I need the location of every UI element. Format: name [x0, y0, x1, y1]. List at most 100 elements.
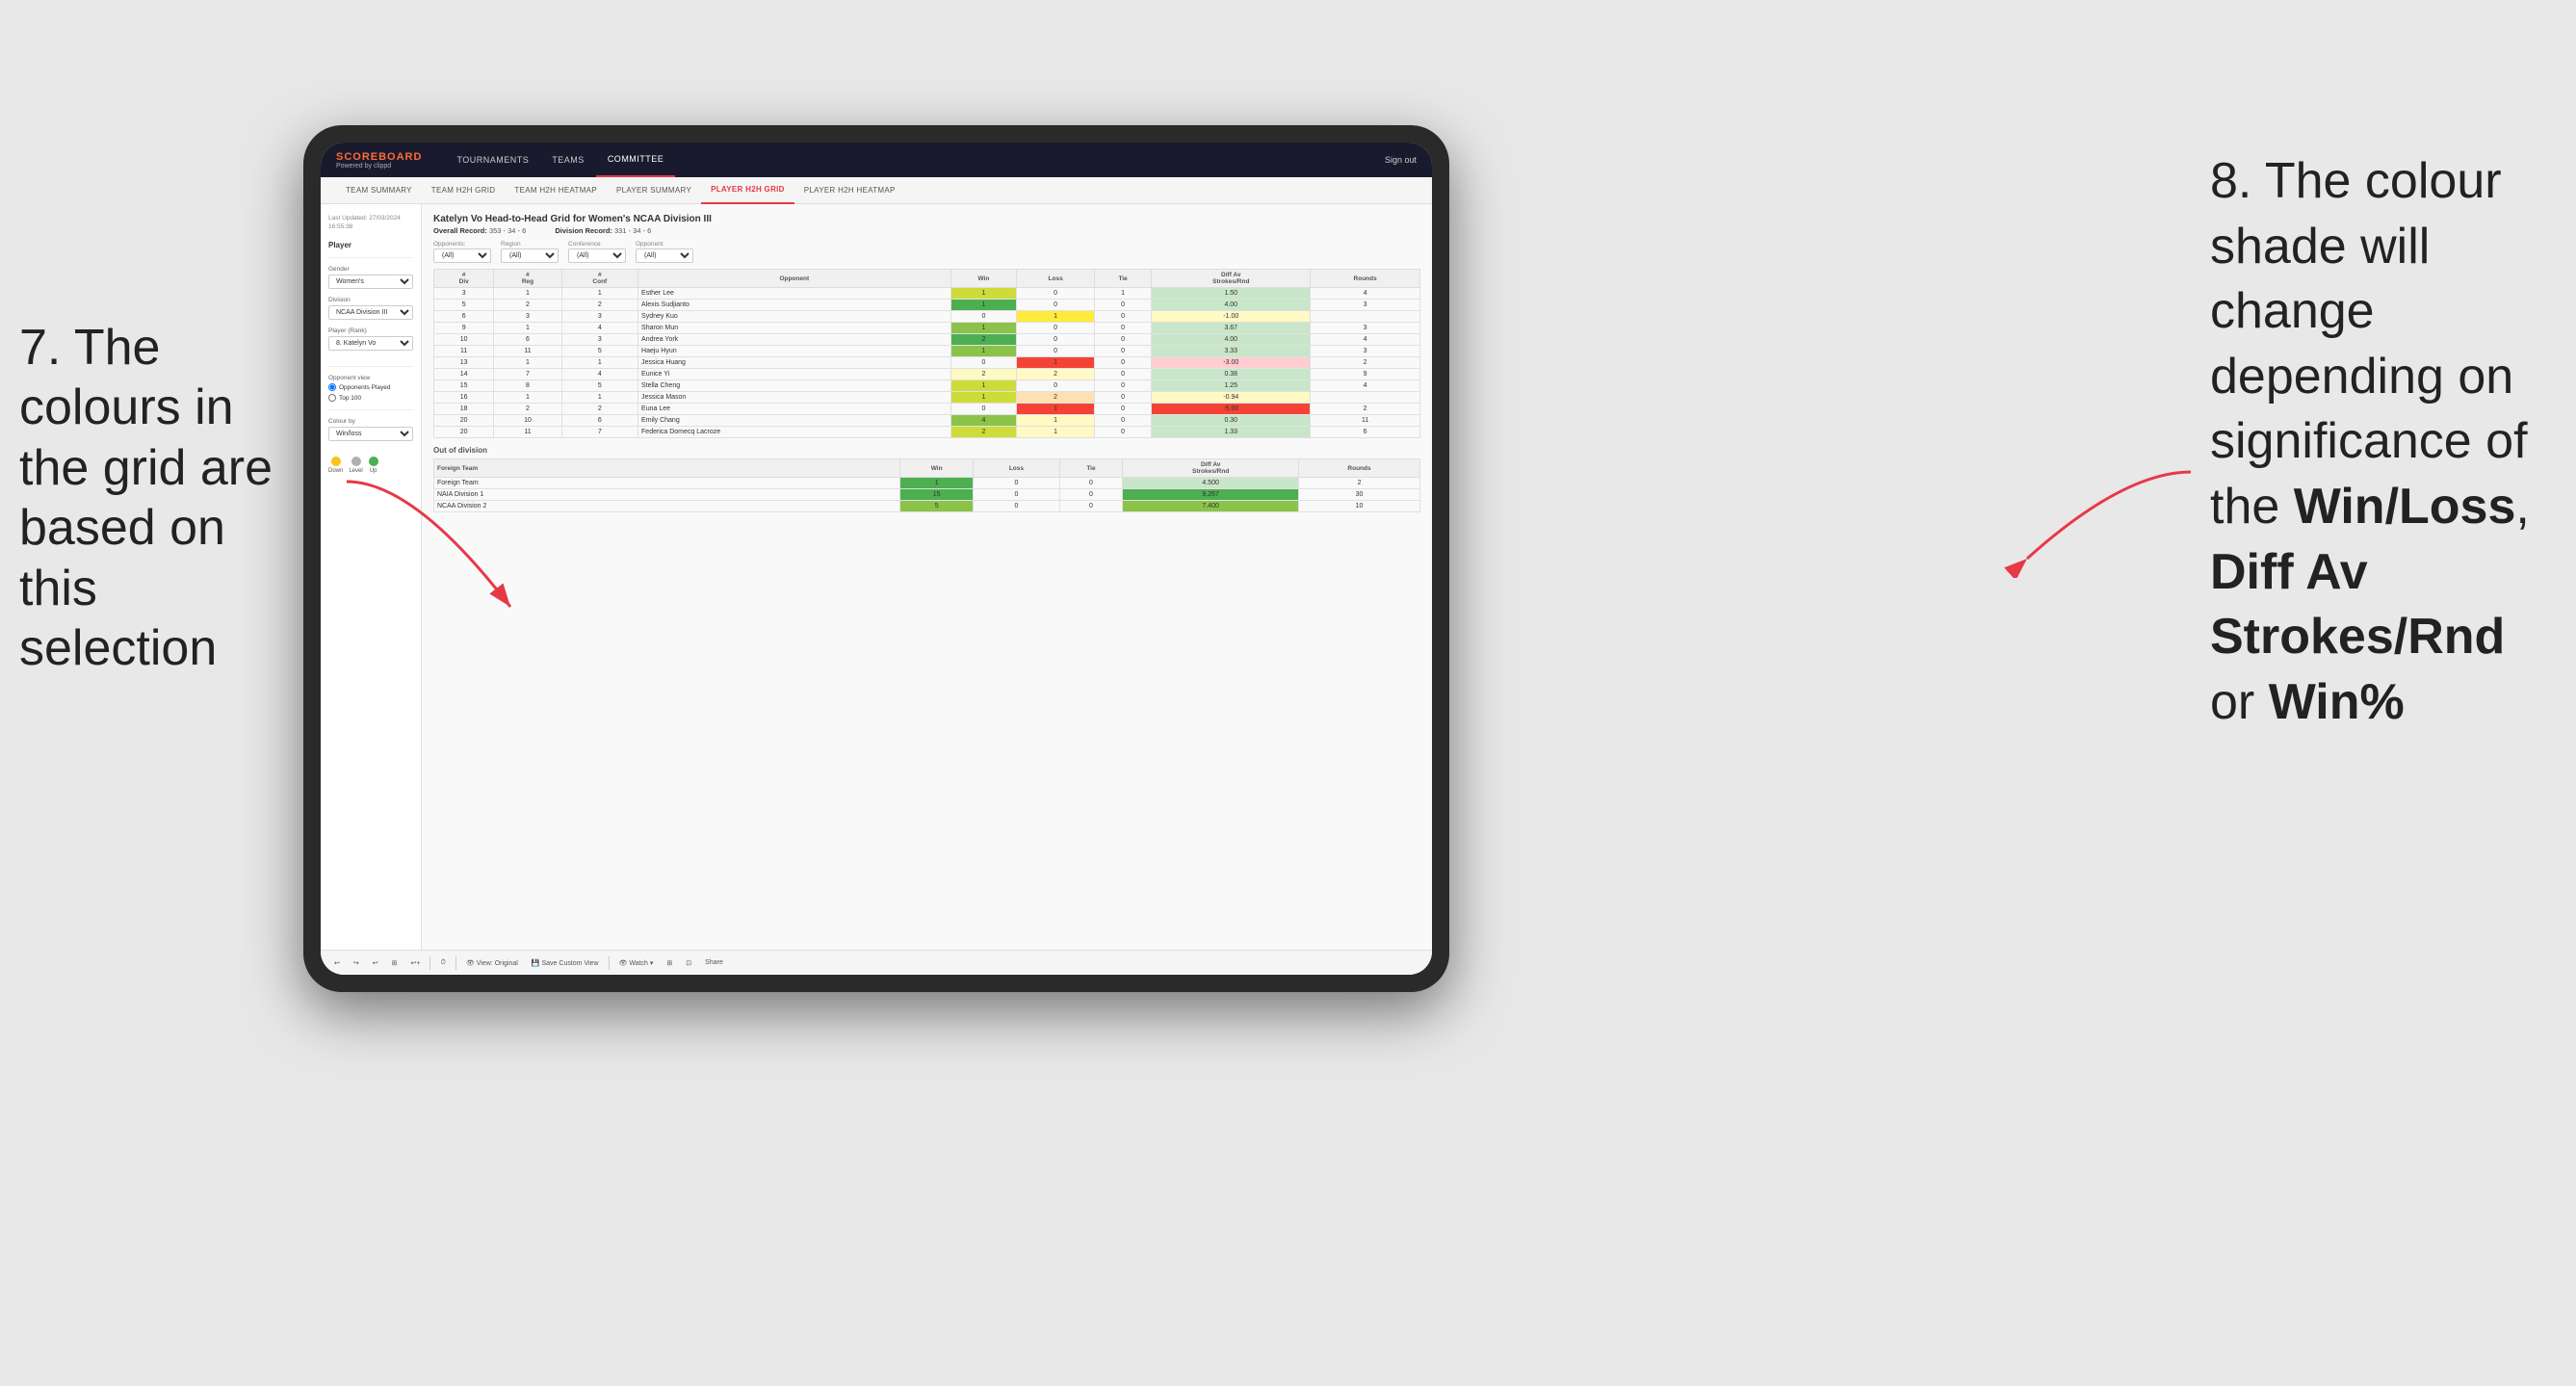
radio-top100[interactable]	[328, 394, 336, 402]
table-row: 3 1 1 Esther Lee 1 0 1 1.50 4	[434, 288, 1420, 300]
th-diff: Diff AvStrokes/Rnd	[1152, 270, 1311, 288]
main-content: Last Updated: 27/03/2024 16:55:38 Player…	[321, 204, 1432, 950]
content-area: Katelyn Vo Head-to-Head Grid for Women's…	[422, 204, 1432, 950]
table-row: 16 1 1 Jessica Mason 1 2 0 -0.94	[434, 392, 1420, 404]
legend-up-dot	[369, 457, 378, 466]
th-rounds: Rounds	[1311, 270, 1420, 288]
sub-nav: TEAM SUMMARY TEAM H2H GRID TEAM H2H HEAT…	[321, 177, 1432, 204]
toolbar-clock[interactable]: ⏱	[436, 957, 449, 969]
opponent-view-label: Opponent view	[328, 375, 413, 381]
table-row: NAIA Division 1 15 0 0 9.267 30	[434, 489, 1420, 501]
annotation-left: 7. The colours in the grid are based on …	[19, 318, 289, 678]
logo-area: SCOREBOARD Powered by clippd	[336, 151, 422, 170]
sub-nav-team-h2h-grid[interactable]: TEAM H2H GRID	[422, 177, 506, 204]
table-row: 15 8 5 Stella Cheng 1 0 0 1.25 4	[434, 380, 1420, 392]
toolbar-divider3	[609, 956, 610, 970]
table-row: 14 7 4 Eunice Yi 2 2 0 0.38 9	[434, 369, 1420, 380]
legend-level-dot	[351, 457, 361, 466]
filter-opponents-select[interactable]: (All)	[433, 248, 491, 263]
toolbar-btn1[interactable]: ⊞	[388, 957, 402, 969]
toolbar-watch-btn[interactable]: 👁 Watch ▾	[615, 957, 658, 969]
toolbar-btn2[interactable]: ↩+	[407, 957, 425, 969]
nav-teams[interactable]: TEAMS	[540, 143, 596, 177]
toolbar-btn3[interactable]: ⊞	[663, 957, 676, 969]
colour-by-label: Colour by	[328, 418, 413, 425]
top-nav: SCOREBOARD Powered by clippd TOURNAMENTS…	[321, 143, 1432, 177]
out-of-division-title: Out of division	[433, 446, 1420, 455]
nav-right: Sign out	[1385, 155, 1417, 165]
nav-tournaments[interactable]: TOURNAMENTS	[445, 143, 540, 177]
logo-sub: Powered by clippd	[336, 163, 422, 170]
filter-opponents: Opponents: (All)	[433, 241, 491, 263]
th-ood-win: Win	[900, 459, 974, 478]
view-icon: 👁	[466, 960, 475, 967]
sidebar-player-title: Player	[328, 241, 413, 249]
player-rank-label: Player (Rank)	[328, 327, 413, 334]
filter-opponent-select[interactable]: (All)	[636, 248, 693, 263]
player-rank-select[interactable]: 8. Katelyn Vo	[328, 336, 413, 351]
filter-region-select[interactable]: (All)	[501, 248, 559, 263]
th-conf: #Conf	[561, 270, 637, 288]
table-row: 9 1 4 Sharon Mun 1 0 0 3.67 3	[434, 323, 1420, 334]
nav-items: TOURNAMENTS TEAMS COMMITTEE	[445, 143, 675, 177]
toolbar-view-original-btn[interactable]: 👁 View: Original	[462, 957, 522, 969]
tablet-frame: SCOREBOARD Powered by clippd TOURNAMENTS…	[303, 125, 1449, 992]
toolbar-share-btn[interactable]: Share	[701, 957, 727, 968]
tablet-screen: SCOREBOARD Powered by clippd TOURNAMENTS…	[321, 143, 1432, 975]
opponent-view-group: Opponents Played Top 100	[328, 383, 413, 402]
radio-opponents-played-row: Opponents Played	[328, 383, 413, 391]
table-row: 10 6 3 Andrea York 2 0 0 4.00 4	[434, 334, 1420, 346]
radio-opponents-played-label: Opponents Played	[339, 384, 390, 391]
division-label: Division	[328, 297, 413, 303]
th-foreign-team: Foreign Team	[434, 459, 900, 478]
th-tie: Tie	[1094, 270, 1151, 288]
toolbar-divider2	[455, 956, 456, 970]
nav-committee[interactable]: COMMITTEE	[596, 143, 676, 177]
sub-nav-player-h2h-grid[interactable]: PLAYER H2H GRID	[701, 177, 794, 204]
sub-nav-player-h2h-heatmap[interactable]: PLAYER H2H HEATMAP	[794, 177, 905, 204]
toolbar-btn4[interactable]: ⊡	[682, 957, 695, 969]
colour-legend: Down Level Up	[328, 457, 413, 474]
filter-conference: Conference (All)	[568, 241, 626, 263]
logo-text: SCOREBOARD	[336, 151, 422, 163]
gender-label: Gender	[328, 266, 413, 273]
colour-by-select[interactable]: Win/loss	[328, 427, 413, 441]
overall-record: Overall Record: 353 - 34 - 6	[433, 226, 526, 235]
toolbar-undo2[interactable]: ↩	[369, 957, 382, 969]
table-row: 6 3 3 Sydney Kuo 0 1 0 -1.00	[434, 311, 1420, 323]
sub-nav-player-summary[interactable]: PLAYER SUMMARY	[607, 177, 701, 204]
filter-conference-select[interactable]: (All)	[568, 248, 626, 263]
sub-nav-team-summary[interactable]: TEAM SUMMARY	[336, 177, 422, 204]
sign-out-btn[interactable]: Sign out	[1385, 155, 1417, 165]
radio-top100-row: Top 100	[328, 394, 413, 402]
toolbar-undo[interactable]: ↩	[330, 957, 344, 969]
table-row: NCAA Division 2 5 0 0 7.400 10	[434, 501, 1420, 512]
legend-down-dot	[331, 457, 341, 466]
annotation-right: 8. The colour shade will change dependin…	[2210, 149, 2557, 735]
table-row: 20 10 6 Emily Chang 4 1 0 0.30 11	[434, 415, 1420, 427]
table-row: 18 2 2 Euna Lee 0 1 0 -5.00 2	[434, 404, 1420, 415]
sidebar: Last Updated: 27/03/2024 16:55:38 Player…	[321, 204, 422, 950]
radio-top100-label: Top 100	[339, 395, 361, 402]
toolbar-redo1[interactable]: ↪	[350, 957, 363, 969]
h2h-data-table: #Div #Reg #Conf Opponent Win Loss Tie Di…	[433, 269, 1420, 438]
th-ood-rounds: Rounds	[1299, 459, 1420, 478]
sub-nav-team-h2h-heatmap[interactable]: TEAM H2H HEATMAP	[505, 177, 607, 204]
legend-up: Up	[369, 457, 378, 474]
division-select[interactable]: NCAA Division III	[328, 305, 413, 320]
table-row: 13 1 1 Jessica Huang 0 1 0 -3.00 2	[434, 357, 1420, 369]
gender-select[interactable]: Women's	[328, 275, 413, 289]
toolbar-divider1	[429, 956, 430, 970]
table-row: 11 11 5 Haeju Hyun 1 0 0 3.33 3	[434, 346, 1420, 357]
filters-row: Opponents: (All) Region (All) Conference	[433, 241, 1420, 263]
radio-opponents-played[interactable]	[328, 383, 336, 391]
th-win: Win	[950, 270, 1017, 288]
th-opponent: Opponent	[638, 270, 951, 288]
toolbar-save-custom-btn[interactable]: 💾 Save Custom View	[528, 957, 603, 969]
right-arrow	[1931, 462, 2200, 578]
legend-down: Down	[328, 457, 343, 474]
out-of-division-table: Foreign Team Win Loss Tie Diff AvStrokes…	[433, 458, 1420, 512]
h2h-records: Overall Record: 353 - 34 - 6 Division Re…	[433, 226, 1420, 235]
table-row: 5 2 2 Alexis Sudjianto 1 0 0 4.00 3	[434, 300, 1420, 311]
bottom-toolbar: ↩ ↪ ↩ ⊞ ↩+ ⏱ 👁 View: Original 💾 Save Cus…	[321, 950, 1432, 975]
